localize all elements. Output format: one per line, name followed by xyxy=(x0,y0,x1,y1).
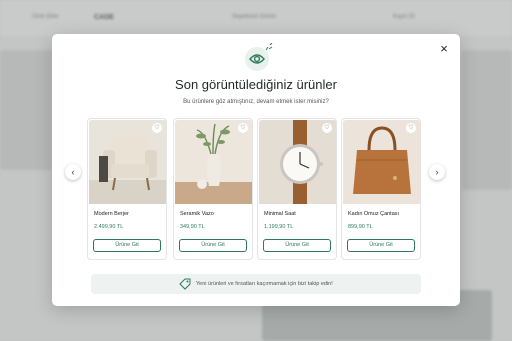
favorite-heart-icon[interactable]: ♡ xyxy=(406,123,416,133)
product-name: Seramik Vazo xyxy=(180,211,214,217)
banner-text: Yeni ürünleri ve fırsatları kaçırmamak i… xyxy=(196,281,333,287)
favorite-heart-icon[interactable]: ♡ xyxy=(152,123,162,133)
product-name: Minimal Saat xyxy=(264,211,296,217)
go-to-product-button[interactable]: Ürüne Git xyxy=(93,239,161,252)
prev-arrow-button[interactable]: ‹ xyxy=(65,164,81,180)
go-to-product-button[interactable]: Ürüne Git xyxy=(347,239,415,252)
close-button[interactable]: × xyxy=(437,42,451,56)
recently-viewed-modal: × Son görüntülediğiniz ürünler Bu ürünle… xyxy=(52,34,460,306)
follow-banner: Yeni ürünleri ve fırsatları kaçırmamak i… xyxy=(91,274,421,294)
product-name: Modern Berjer xyxy=(94,211,129,217)
product-card[interactable]: ♡ Kadın Omuz Çantası 899,90 TL Ürüne Git xyxy=(341,118,421,260)
product-carousel: ♡ Modern Berjer 2.499,90 TL Ürüne Git ♡ xyxy=(87,118,425,260)
tag-icon xyxy=(179,278,191,290)
next-arrow-button[interactable]: › xyxy=(429,164,445,180)
go-to-product-button[interactable]: Ürüne Git xyxy=(179,239,247,252)
product-price: 899,90 TL xyxy=(348,224,373,230)
favorite-heart-icon[interactable]: ♡ xyxy=(322,123,332,133)
sparkle-icon xyxy=(265,43,273,51)
modal-subtitle: Bu ürünlere göz atmıştınız, devam etmek … xyxy=(183,99,329,105)
product-card[interactable]: ♡ Modern Berjer 2.499,90 TL Ürüne Git xyxy=(87,118,167,260)
product-price: 349,90 TL xyxy=(180,224,205,230)
product-name: Kadın Omuz Çantası xyxy=(348,211,400,217)
product-price: 2.499,90 TL xyxy=(94,224,124,230)
product-price: 1.199,90 TL xyxy=(264,224,294,230)
modal-title: Son görüntülediğiniz ürünler xyxy=(175,77,337,92)
favorite-heart-icon[interactable]: ♡ xyxy=(238,123,248,133)
go-to-product-button[interactable]: Ürüne Git xyxy=(263,239,331,252)
product-card[interactable]: ♡ Seramik Vazo 349,90 TL Ürüne Git xyxy=(173,118,253,260)
product-card[interactable]: ♡ Minimal Saat 1.199,90 TL Ürüne Git xyxy=(257,118,337,260)
